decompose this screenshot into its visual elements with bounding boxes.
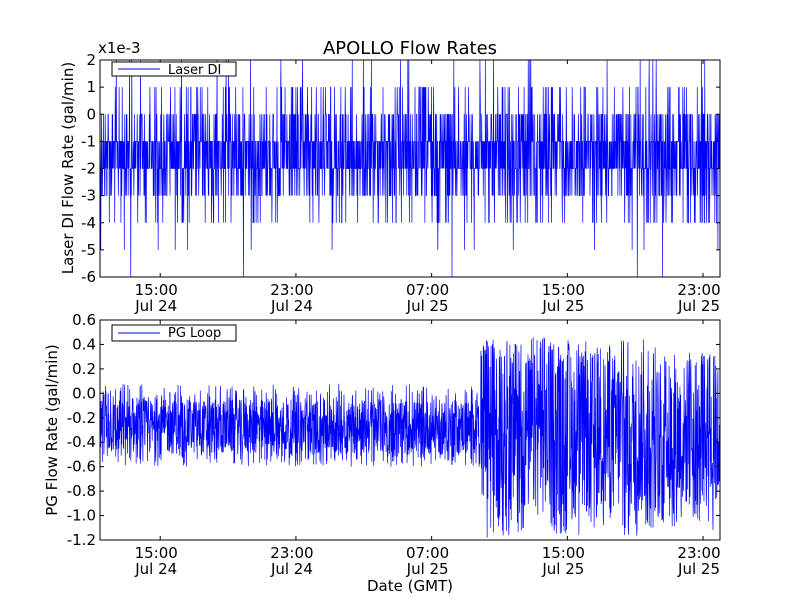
figure: APOLLO Flow Rates 210-1-2-3-4-5-615:00Ju… [0, 0, 800, 600]
legend: Laser DI [111, 61, 237, 78]
y-tick-label: 1 [86, 78, 96, 96]
y-axis-label: PG Flow Rate (gal/min) [43, 344, 61, 516]
legend-label: Laser DI [168, 63, 221, 78]
y-tick-label: -0.4 [67, 433, 96, 451]
y-tick-label: -0.8 [67, 482, 96, 500]
legend: PG Loop [111, 324, 237, 342]
y-tick-label: 0.4 [72, 335, 96, 353]
y-tick-label: 0 [86, 105, 96, 123]
x-tick-label-date: Jul 25 [677, 560, 720, 578]
x-tick-label-date: Jul 24 [134, 297, 177, 315]
y-axis-label: Laser DI Flow Rate (gal/min) [59, 62, 77, 274]
x-tick-label-date: Jul 25 [406, 297, 449, 315]
y-tick-label: 0.2 [72, 360, 96, 378]
y-tick-label: -5 [81, 241, 96, 259]
x-tick-label-date: Jul 25 [406, 560, 449, 578]
y-tick-label: 2 [86, 51, 96, 69]
x-tick-label-date: Jul 24 [270, 297, 313, 315]
x-tick-label-date: Jul 24 [270, 560, 313, 578]
x-tick-label-date: Jul 25 [541, 560, 584, 578]
y-tick-label: -1.0 [67, 507, 96, 525]
y-tick-label: 0.6 [72, 311, 96, 329]
y-tick-label: -1.2 [67, 531, 96, 549]
x-tick-label-date: Jul 25 [541, 297, 584, 315]
y-tick-label: -0.6 [67, 458, 96, 476]
y-tick-label: -4 [81, 214, 96, 232]
legend-label: PG Loop [168, 326, 221, 341]
y-scale-label: x1e-3 [98, 39, 141, 57]
x-tick-label-date: Jul 25 [677, 297, 720, 315]
y-tick-label: 0.0 [72, 384, 96, 402]
y-tick-label: -6 [81, 268, 96, 286]
y-tick-label: -3 [81, 187, 96, 205]
y-tick-label: -0.2 [67, 409, 96, 427]
y-tick-label: -2 [81, 160, 96, 178]
x-tick-label-date: Jul 24 [134, 560, 177, 578]
y-tick-label: -1 [81, 132, 96, 150]
x-axis-label: Date (GMT) [367, 577, 453, 595]
chart-title: APOLLO Flow Rates [323, 38, 497, 59]
